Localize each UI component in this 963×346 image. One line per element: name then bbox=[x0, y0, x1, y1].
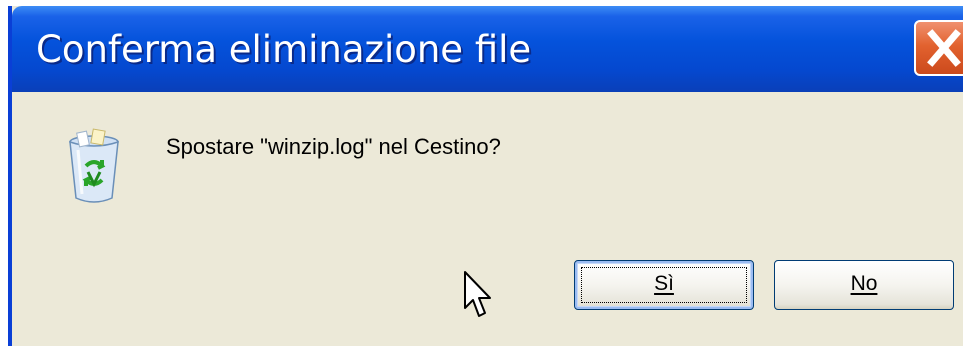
dialog-message: Spostare "winzip.log" nel Cestino? bbox=[166, 134, 501, 159]
no-button[interactable]: No bbox=[774, 260, 954, 310]
no-button-label: No bbox=[850, 272, 878, 295]
title-bar[interactable]: Conferma eliminazione file bbox=[12, 6, 963, 92]
close-icon bbox=[927, 29, 961, 67]
window-title: Conferma eliminazione file bbox=[36, 28, 532, 71]
focus-ring bbox=[581, 267, 747, 303]
close-button[interactable] bbox=[914, 20, 963, 76]
mouse-cursor-icon bbox=[464, 271, 491, 317]
recycle-bin-icon bbox=[69, 128, 119, 203]
yes-button[interactable]: Sì bbox=[574, 260, 754, 310]
